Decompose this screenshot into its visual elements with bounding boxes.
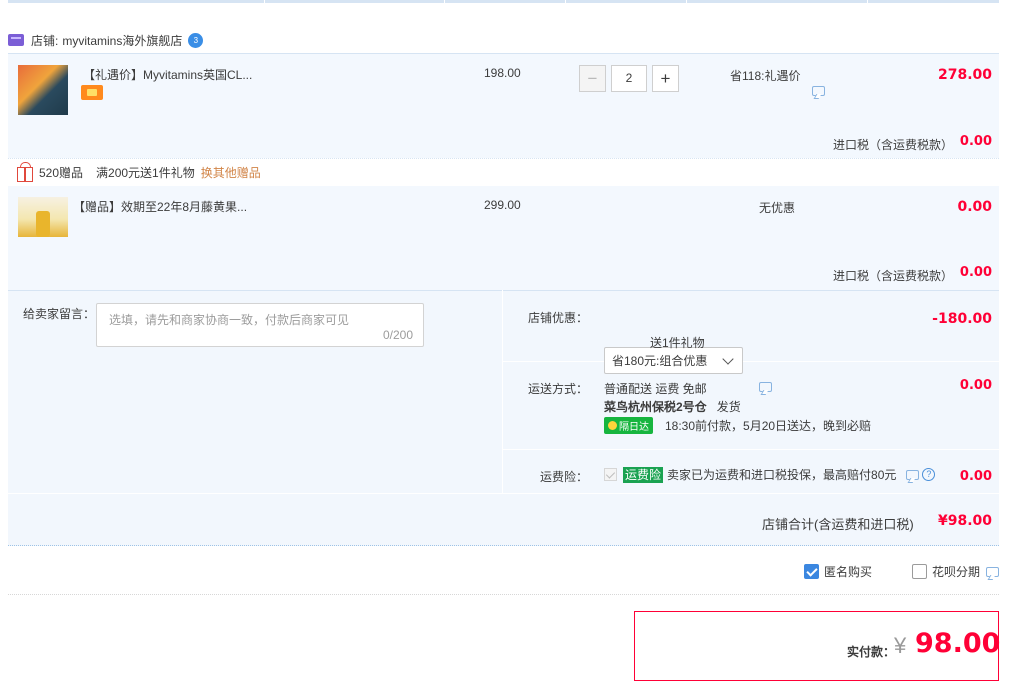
- gift-promo-row: 520赠品 满200元送1件礼物 换其他赠品: [8, 158, 999, 186]
- shipping-warehouse-row: 菜鸟杭州保税2号仓 发货: [604, 398, 741, 415]
- shipping-value: 0.00: [959, 378, 992, 393]
- promo-label: 无优惠: [759, 201, 796, 215]
- shop-total-label: 店铺合计(含运费和进口税): [762, 517, 914, 532]
- shop-discount-label: 店铺优惠：: [528, 311, 589, 325]
- memo-label: 给卖家留言：: [23, 307, 96, 321]
- delivery-eta-row: 隔日达 18:30前付款，5月20日送达，晚到必赔: [604, 417, 871, 434]
- column-separator: [686, 0, 687, 3]
- next-day-badge: 隔日达: [604, 417, 653, 434]
- import-tax-label: 进口税（含运费税款）: [833, 269, 954, 283]
- header-divider: [8, 0, 999, 3]
- insurance-badge: 运费险: [623, 466, 664, 483]
- insurance-desc: 卖家已为运费和进口税投保，最高赔付80元: [667, 468, 897, 482]
- quantity-input[interactable]: 2: [611, 65, 647, 92]
- item-subtotal: 0.00: [957, 199, 992, 215]
- next-day-badge-text: 隔日达: [619, 422, 649, 433]
- shop-icon: [8, 34, 24, 46]
- payment-currency: ¥: [894, 633, 907, 658]
- insurance-checkbox: [604, 468, 617, 481]
- shop-label: 店铺:: [31, 33, 59, 48]
- anonymous-checkbox[interactable]: [804, 564, 819, 579]
- shop-total-value: ¥98.00: [937, 513, 992, 529]
- installment-option[interactable]: 花呗分期: [912, 563, 1000, 580]
- promo-label: 省118:礼遇价: [730, 69, 801, 83]
- payment-summary-box: 实付款： ¥ 98.00: [634, 611, 1001, 681]
- promo-info-icon[interactable]: [812, 86, 825, 96]
- gift-icon: [17, 162, 33, 182]
- insurance-label: 运费险：: [540, 470, 589, 484]
- item-subtotal: 278.00: [937, 67, 992, 83]
- panel-divider: [503, 361, 999, 362]
- panel-divider: [8, 493, 999, 494]
- import-tax-label: 进口税（含运费税款）: [833, 138, 954, 152]
- coupon-tag-icon: [81, 85, 103, 100]
- product-title[interactable]: 【礼遇价】Myvitamins英国CL...: [83, 66, 252, 83]
- quantity-increase-button[interactable]: +: [652, 65, 679, 92]
- panel-divider: [502, 290, 503, 494]
- insurance-chat-icon[interactable]: [906, 469, 920, 480]
- shop-discount-value: -180.00: [932, 311, 992, 327]
- memo-char-count: 0/200: [382, 328, 413, 342]
- gift-rule: 满200元送1件礼物: [96, 166, 195, 180]
- unit-price: 198.00: [484, 66, 521, 80]
- discount-info-icon[interactable]: [759, 382, 772, 392]
- shipping-label: 运送方式：: [528, 382, 589, 396]
- product-thumbnail[interactable]: [18, 197, 68, 237]
- gift-label: 520赠品: [39, 166, 84, 180]
- order-item: 【赠品】效期至22年8月藤黄果... 299.00 无优惠 0.00 进口税（含…: [8, 186, 999, 290]
- import-tax-value: 0.00: [959, 265, 992, 280]
- chevron-down-icon: [722, 353, 734, 365]
- memo-placeholder: 选填，请先和商家协商一致，付款后商家可见: [109, 313, 350, 327]
- payment-label: 实付款：: [847, 645, 896, 659]
- shipping-warehouse: 菜鸟杭州保税2号仓: [604, 400, 707, 414]
- unit-price: 299.00: [484, 198, 521, 212]
- installment-checkbox[interactable]: [912, 564, 927, 579]
- column-separator: [444, 0, 445, 3]
- import-tax-value: 0.00: [959, 134, 992, 149]
- change-gift-link[interactable]: 换其他赠品: [201, 164, 261, 181]
- product-thumbnail[interactable]: [18, 65, 68, 115]
- shop-discount-selected: 省180元:组合优惠: [612, 354, 708, 368]
- anonymous-option[interactable]: 匿名购买: [804, 563, 872, 580]
- panel-divider: [503, 449, 999, 450]
- anonymous-label: 匿名购买: [824, 565, 873, 579]
- insurance-value: 0.00: [959, 469, 992, 484]
- product-title[interactable]: 【赠品】效期至22年8月藤黄果...: [73, 198, 247, 215]
- shipping-dispatch: 发货: [716, 400, 741, 414]
- divider: [8, 594, 999, 595]
- shop-name-link[interactable]: myvitamins海外旗舰店: [62, 32, 182, 49]
- quantity-stepper: − 2 +: [579, 65, 679, 92]
- installment-label: 花呗分期: [932, 565, 981, 579]
- column-separator: [565, 0, 566, 3]
- shop-discount-gift: 送1件礼物: [650, 336, 705, 350]
- order-item: 【礼遇价】Myvitamins英国CL... 198.00 − 2 + 省118…: [8, 53, 999, 158]
- seller-memo-input[interactable]: 选填，请先和商家协商一致，付款后商家可见 0/200: [96, 303, 424, 347]
- shipping-method: 普通配送 运费 免邮: [604, 382, 707, 396]
- quantity-decrease-button[interactable]: −: [579, 65, 606, 92]
- insurance-row: 运费险 卖家已为运费和进口税投保，最高赔付80元 ?: [604, 466, 936, 483]
- installment-info-icon[interactable]: [986, 566, 1000, 577]
- column-separator: [264, 0, 265, 3]
- shop-discount-select[interactable]: 省180元:组合优惠: [604, 347, 743, 374]
- help-icon[interactable]: ?: [922, 468, 936, 481]
- lightning-icon: [608, 421, 617, 430]
- payment-amount: 98.00: [915, 628, 1001, 659]
- shop-header: 店铺: myvitamins海外旗舰店 3: [8, 28, 999, 52]
- wangwang-icon[interactable]: 3: [188, 32, 204, 48]
- delivery-eta: 18:30前付款，5月20日送达，晚到必赔: [665, 419, 872, 433]
- column-separator: [867, 0, 868, 3]
